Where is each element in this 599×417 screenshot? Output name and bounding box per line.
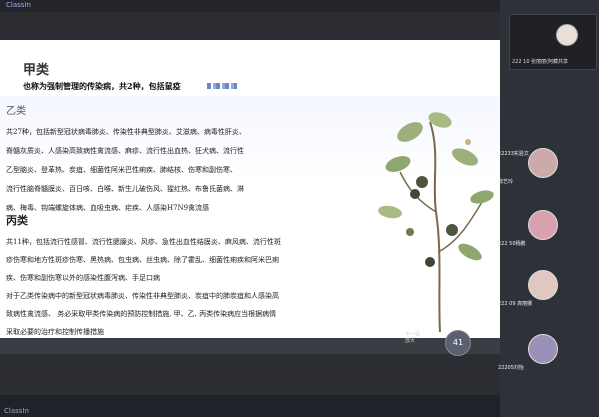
bottom-bar: ClassIn (0, 395, 500, 417)
bing-line: 共11种，包括流行性感冒、流行性腮腺炎、风疹、急性出血性结膜炎、麻风病、流行性斑 (6, 238, 281, 246)
bing-line: 疾、伤寒和副伤寒以外的感染性腹泻病、手足口病 (6, 274, 160, 282)
yi-paragraph: 共27种，包括新型冠状病毒肺炎、传染性非典型肺炎、艾滋病、病毒性肝炎、 脊髓灰质… (6, 123, 246, 218)
bing-line: 致病性禽流感、 务必采取甲类传染病的预防控制措施, 甲、乙, 丙类传染病应当根据… (6, 310, 277, 318)
participant-card[interactable]: 22205刘怡 (494, 326, 590, 376)
heading-bing: 丙类 (6, 214, 28, 227)
bing-line: 疹伤寒和地方性斑疹伤寒、黑热病、包虫病、丝虫病、除了霍乱、细菌性痢疾和阿米巴痢 (6, 256, 279, 264)
bottom-brand: ClassIn (4, 407, 29, 415)
avatar (528, 334, 558, 364)
bing-paragraph: 共11种，包括流行性感冒、流行性腮腺炎、风疹、急性出血性结膜炎、麻风病、流行性斑… (6, 233, 281, 338)
participant-name: 鼎艺玲 (498, 179, 514, 185)
avatar (528, 210, 558, 240)
participant-card[interactable]: 222 50杨鹏 (494, 202, 590, 252)
participant-card[interactable]: 鼎艺玲 (494, 140, 590, 190)
host-avatar (556, 24, 578, 46)
zoom-label: 放大 (405, 338, 416, 344)
yi-line: 乙型脑炎、登革热、炭疽、细菌性阿米巴性痢疾、肺结核、伤寒和副伤寒、 (6, 166, 237, 174)
app-brand: ClassIn (6, 1, 31, 9)
bing-line: 采取必要的治疗和控制传播措施 (6, 328, 104, 336)
yi-line: 流行性脑脊髓膜炎、百日咳、白喉、新生儿破伤风、猩红热、布鲁氏菌病、淋 (6, 185, 244, 193)
yi-line: 病、梅毒、钩端螺旋体病、血吸虫病、疟疾、人感染H7N9禽流感 (6, 204, 210, 212)
yi-line: 共27种，包括新型冠状病毒肺炎、传染性非典型肺炎、艾滋病、病毒性肝炎、 (6, 128, 246, 136)
avatar (528, 148, 558, 178)
heading-jia: 甲类 (23, 63, 50, 78)
host-name: 222 10 张丽丽(阿藏共享 (512, 59, 569, 65)
page-control[interactable]: 下一页 放大 41 (405, 330, 471, 356)
plant-illustration (378, 112, 494, 333)
render-glitch (207, 83, 237, 89)
page-control-labels: 下一页 放大 (405, 332, 445, 344)
shared-slide: 甲类 也称为强制管理的传染病，共2种，包括鼠疫 乙类 共27种，包括新型冠状病毒… (0, 40, 500, 338)
participant-name: 222 50杨鹏 (498, 241, 526, 247)
bing-line: 对于乙类传染病中的新型冠状病毒肺炎、传染性非典型肺炎、炭疽中的肺炭疽和人感染高 (6, 292, 279, 300)
heading-yi: 乙类 (6, 106, 26, 117)
page-number-button[interactable]: 41 (445, 330, 471, 356)
avatar (528, 270, 558, 300)
yi-line: 脊髓灰质炎、人感染高致病性禽流感、麻疹、流行性出血热、狂犬病、流行性 (6, 147, 244, 155)
participant-name: 22205刘怡 (498, 365, 524, 371)
participant-name: 222 09 高丽娜 (498, 301, 533, 307)
participant-card[interactable]: 222 09 高丽娜 (494, 262, 590, 312)
jia-description: 也称为强制管理的传染病，共2种，包括鼠疫 (23, 81, 181, 91)
